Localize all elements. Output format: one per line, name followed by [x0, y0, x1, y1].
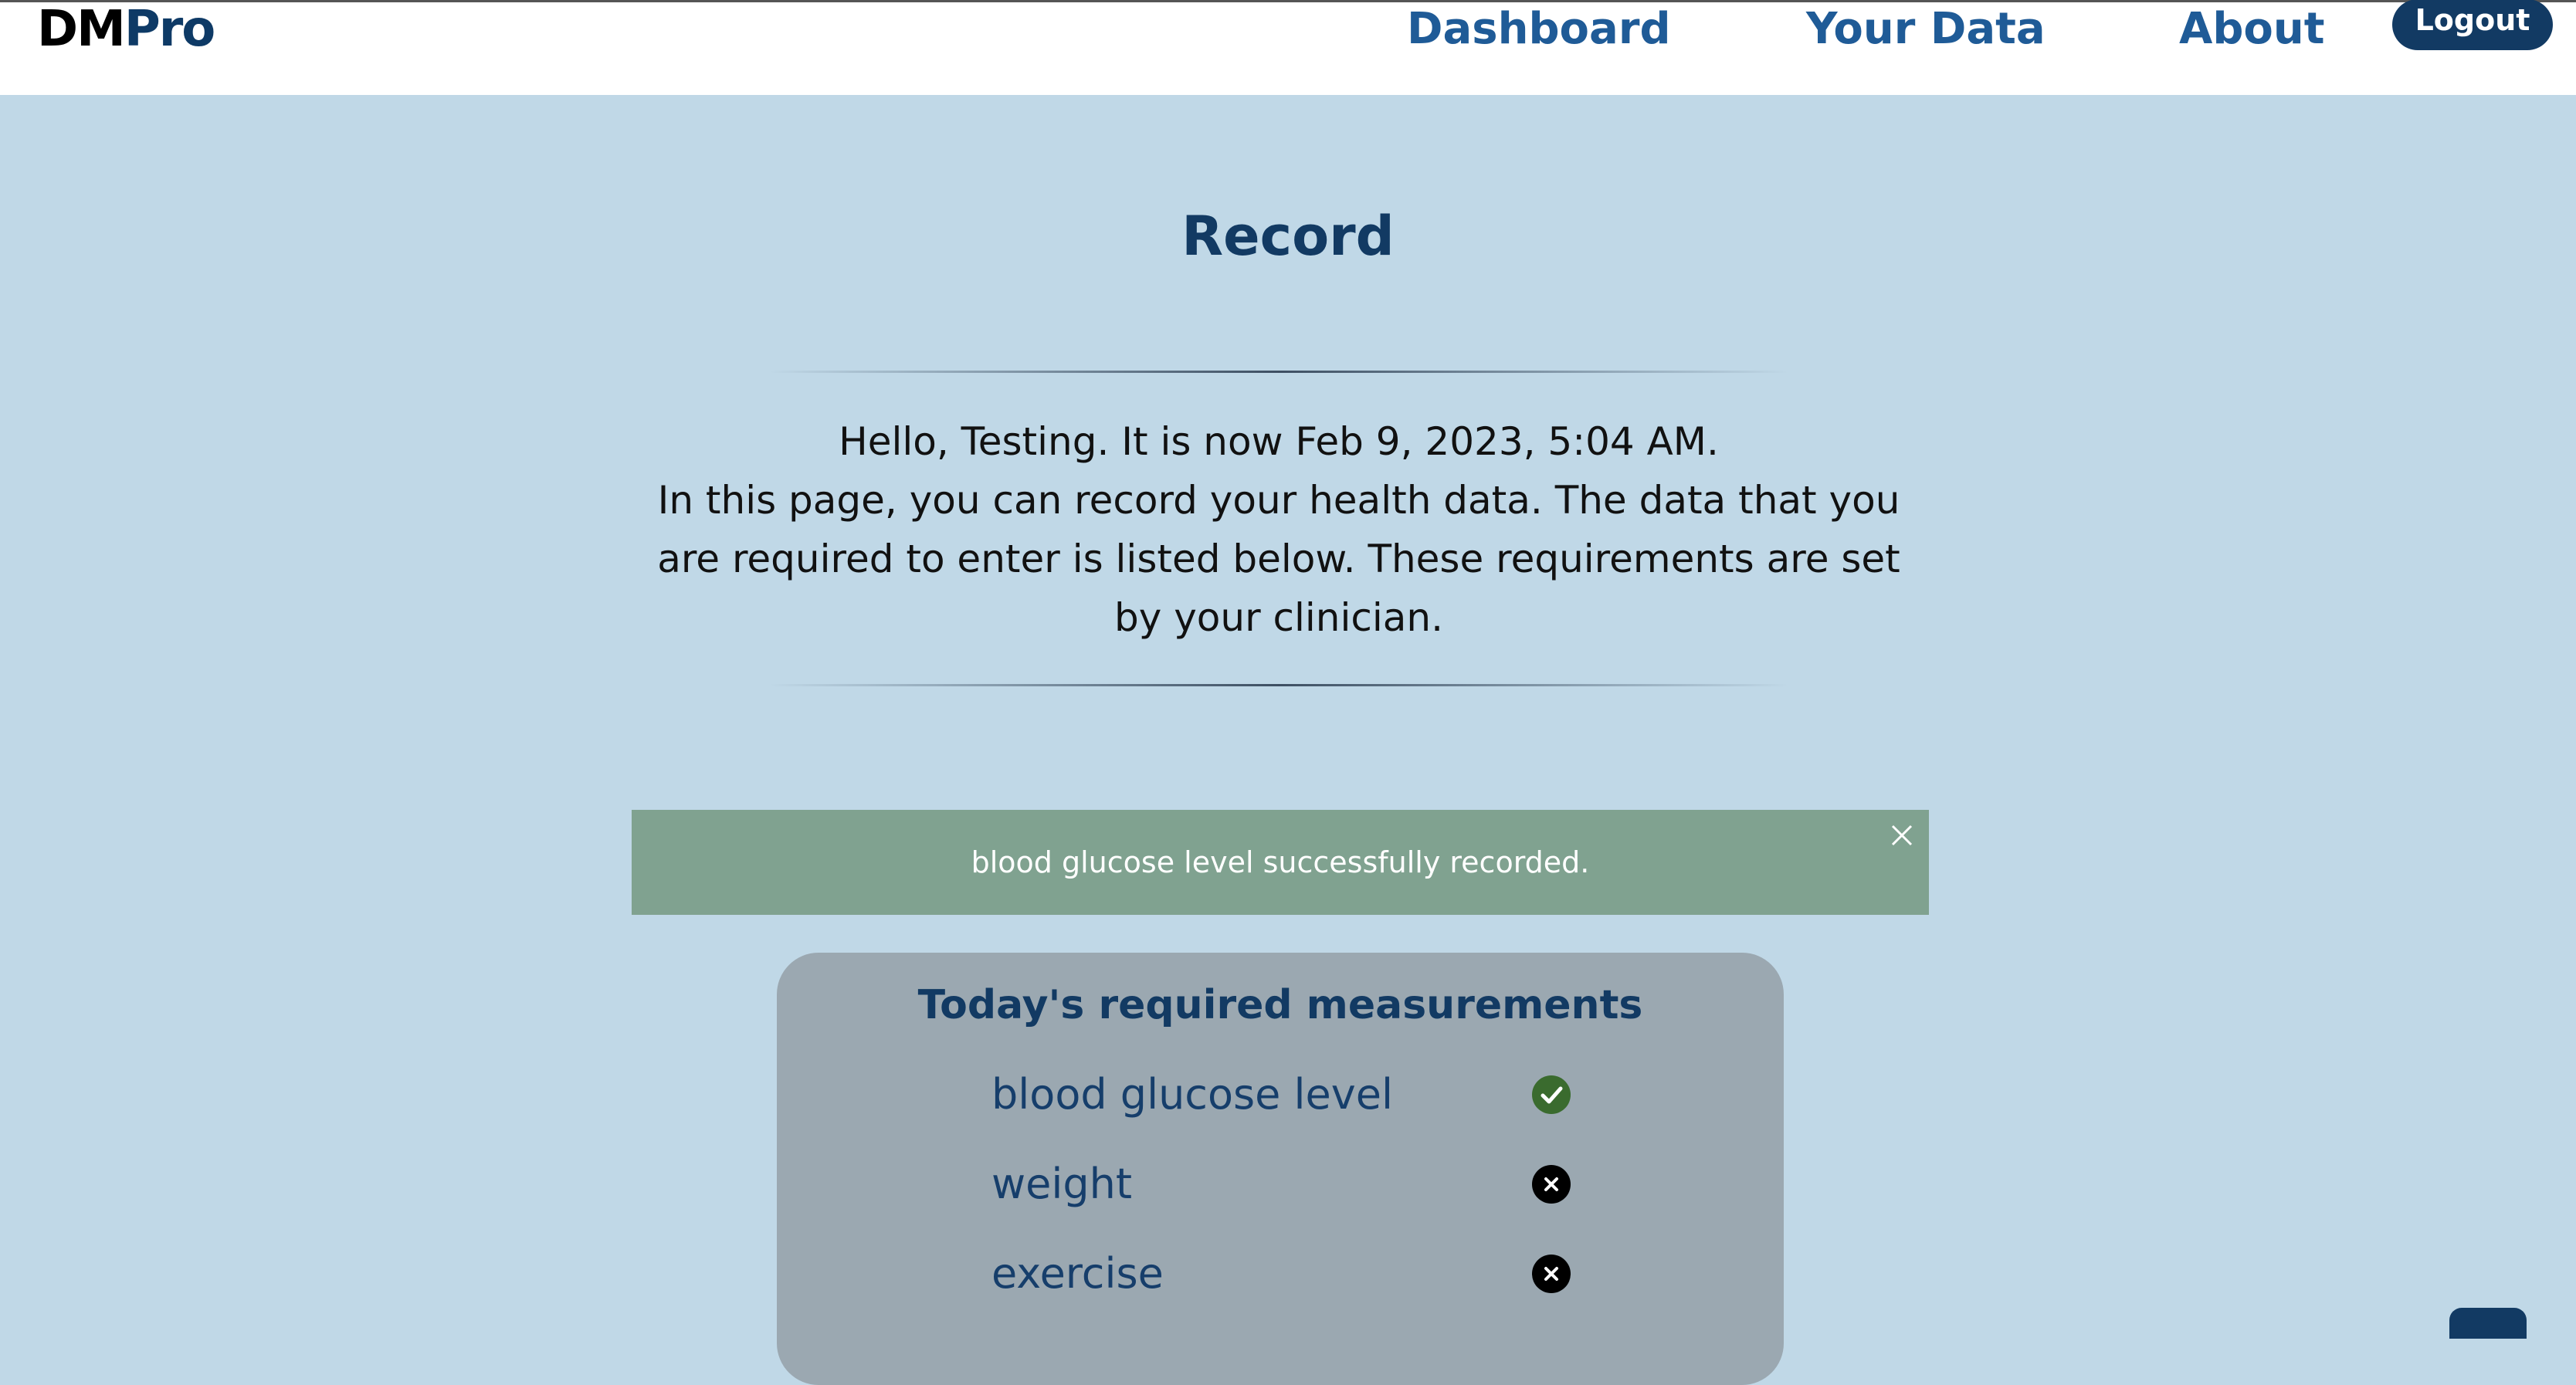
measurement-label: exercise: [991, 1249, 1164, 1298]
brand-logo[interactable]: DMPro: [37, 1, 215, 58]
measurement-row-weight: weight: [991, 1153, 1578, 1215]
nav-dashboard-link[interactable]: Dashboard: [1407, 2, 1671, 56]
brand-part-pro: Pro: [124, 1, 215, 58]
intro-text: Hello, Testing. It is now Feb 9, 2023, 5…: [630, 412, 1927, 647]
divider-top: [769, 371, 1788, 373]
measurement-row-blood-glucose: blood glucose level: [991, 1064, 1578, 1126]
required-measurements-card: Today's required measurements blood gluc…: [777, 953, 1784, 1385]
navbar: DMPro Dashboard Your Data About Logout: [0, 0, 2576, 95]
x-circle-icon: [1532, 1165, 1571, 1204]
measurement-row-exercise: exercise: [991, 1243, 1578, 1305]
success-alert: blood glucose level successfully recorde…: [632, 810, 1929, 915]
measurements-title: Today's required measurements: [917, 982, 1643, 1028]
description-text: In this page, you can record your health…: [657, 478, 1900, 640]
measurement-label: blood glucose level: [991, 1070, 1393, 1119]
divider-bottom: [769, 684, 1788, 686]
page-title: Record: [1181, 205, 1395, 268]
alert-message: blood glucose level successfully recorde…: [971, 845, 1590, 879]
nav-about-link[interactable]: About: [2179, 2, 2325, 56]
measurement-label: weight: [991, 1160, 1133, 1208]
nav-your-data-link[interactable]: Your Data: [1806, 2, 2046, 56]
scroll-to-top-button[interactable]: [2449, 1308, 2527, 1339]
logout-button[interactable]: Logout: [2392, 0, 2553, 50]
brand-part-dm: DM: [37, 1, 126, 58]
check-circle-icon: [1532, 1075, 1571, 1114]
close-icon[interactable]: [1883, 816, 1921, 855]
x-circle-icon: [1532, 1255, 1571, 1293]
greeting-text: Hello, Testing. It is now Feb 9, 2023, 5…: [839, 419, 1719, 464]
